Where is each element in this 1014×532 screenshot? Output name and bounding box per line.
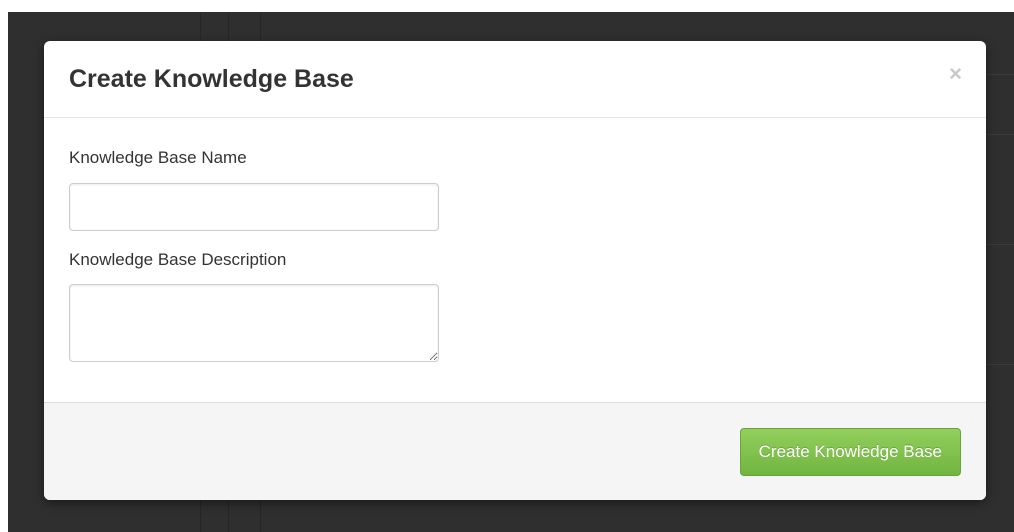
create-knowledge-base-dialog: Create Knowledge Base × Knowledge Base N…: [44, 41, 986, 500]
knowledge-base-description-label: Knowledge Base Description: [69, 250, 287, 269]
knowledge-base-description-textarea[interactable]: [69, 284, 439, 362]
modal-header: Create Knowledge Base ×: [44, 41, 986, 118]
close-icon[interactable]: ×: [949, 63, 962, 85]
modal-title: Create Knowledge Base: [69, 65, 354, 93]
modal-body: Knowledge Base Name Knowledge Base Descr…: [44, 118, 986, 402]
knowledge-base-name-label: Knowledge Base Name: [69, 148, 247, 167]
modal-footer: Create Knowledge Base: [44, 402, 986, 500]
create-knowledge-base-button[interactable]: Create Knowledge Base: [739, 428, 961, 476]
knowledge-base-name-input[interactable]: [69, 183, 439, 231]
